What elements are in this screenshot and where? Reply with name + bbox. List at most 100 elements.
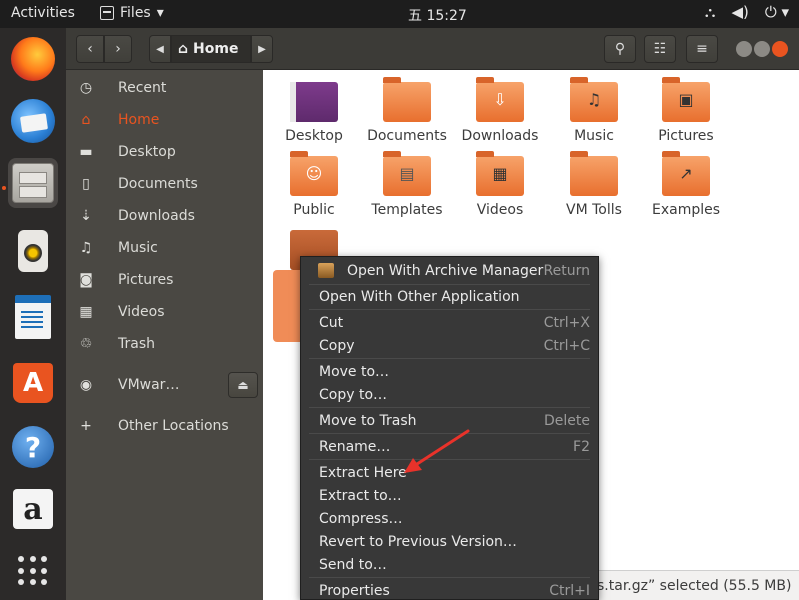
file-item-public[interactable]: ☺ Public <box>269 151 359 218</box>
caret-right-icon: ▶ <box>258 43 266 55</box>
forward-button[interactable]: › <box>104 35 132 63</box>
file-label: Documents <box>367 128 447 144</box>
menu-item-open-with-archive-manager[interactable]: Open With Archive Manager Return <box>301 259 598 282</box>
selection-status: s.tar.gz” selected (55.5 MB) <box>580 570 799 600</box>
menu-item-open-with-other-application[interactable]: Open With Other Application <box>301 285 598 308</box>
menu-item-extract-to[interactable]: Extract to… <box>301 484 598 507</box>
sidebar-item-music[interactable]: ♫ Music <box>66 232 263 264</box>
chevron-left-icon: ‹ <box>87 41 93 57</box>
sidebar-item-desktop[interactable]: ▬ Desktop <box>66 136 263 168</box>
menu-separator <box>309 577 590 578</box>
file-item-pictures[interactable]: ▣ Pictures <box>641 77 731 144</box>
back-button[interactable]: ‹ <box>76 35 104 63</box>
power-icon[interactable]: ⏻ ▾ <box>765 3 789 21</box>
sidebar-item-trash[interactable]: ♲ Trash <box>66 328 263 360</box>
eject-button[interactable]: ⏏ <box>228 372 258 398</box>
file-item-vm-tolls[interactable]: VM Tolls <box>549 151 639 218</box>
file-label: Music <box>574 128 614 144</box>
music-icon: ♫ <box>79 240 93 256</box>
menu-item-copy-to[interactable]: Copy to… <box>301 383 598 406</box>
public-folder-icon: ☺ <box>290 151 338 196</box>
sidebar-item-label: Desktop <box>118 144 176 160</box>
templates-folder-icon: ▤ <box>383 151 431 196</box>
dock-software[interactable]: A <box>8 358 58 408</box>
files-app-icon <box>100 6 114 20</box>
menu-item-compress[interactable]: Compress… <box>301 507 598 530</box>
file-item-documents[interactable]: Documents <box>362 77 452 144</box>
search-button[interactable]: ⚲ <box>604 35 636 63</box>
dock-amazon[interactable]: a <box>8 484 58 534</box>
menu-item-shortcut: Ctrl+C <box>543 337 590 354</box>
sidebar-item-downloads[interactable]: ⇣ Downloads <box>66 200 263 232</box>
dock-thunderbird[interactable] <box>8 96 58 146</box>
maximize-button[interactable] <box>754 41 770 57</box>
pictures-folder-icon: ▣ <box>662 77 710 122</box>
sidebar-item-label: Recent <box>118 80 167 96</box>
sidebar-item-videos[interactable]: ▦ Videos <box>66 296 263 328</box>
sidebar-item-label: Trash <box>118 336 155 352</box>
menu-item-shortcut: Ctrl+I <box>549 582 590 599</box>
file-item-downloads[interactable]: ⇩ Downloads <box>455 77 545 144</box>
activities-button[interactable]: Activities <box>11 5 75 21</box>
examples-folder-icon: ↗ <box>662 151 710 196</box>
view-options-button[interactable]: ☷ <box>644 35 676 63</box>
dock-writer[interactable] <box>8 292 58 342</box>
dock-help[interactable]: ? <box>8 422 58 472</box>
menu-item-properties[interactable]: Properties Ctrl+I <box>301 579 598 600</box>
sidebar-item-documents[interactable]: ▯ Documents <box>66 168 263 200</box>
network-icon[interactable]: ⛬ <box>705 3 716 21</box>
menu-separator <box>309 358 590 359</box>
path-scroll-left[interactable]: ◀ <box>149 35 171 63</box>
download-icon: ⇣ <box>80 208 92 224</box>
sidebar-item-label: Home <box>118 112 160 128</box>
files-icon <box>12 163 54 203</box>
camera-icon: ◙ <box>79 272 93 288</box>
sidebar-item-recent[interactable]: ◷ Recent <box>66 72 263 104</box>
firefox-icon <box>11 37 55 81</box>
running-indicator <box>2 186 6 190</box>
file-item-music[interactable]: ♫ Music <box>549 77 639 144</box>
menu-item-label: Extract to… <box>319 487 402 504</box>
file-label: Pictures <box>658 128 714 144</box>
sidebar-item-home[interactable]: ⌂ Home <box>66 104 263 136</box>
file-item-examples[interactable]: ↗ Examples <box>641 151 731 218</box>
help-icon: ? <box>12 426 54 468</box>
folder-icon: ▬ <box>79 144 93 160</box>
path-scroll-right[interactable]: ▶ <box>251 35 273 63</box>
video-icon: ▦ <box>79 304 93 320</box>
menu-item-revert-to-previous-version[interactable]: Revert to Previous Version… <box>301 530 598 553</box>
sidebar-item-label: Videos <box>118 304 165 320</box>
file-item-videos[interactable]: ▦ Videos <box>455 151 545 218</box>
sidebar-item-label: Downloads <box>118 208 195 224</box>
menu-item-copy[interactable]: Copy Ctrl+C <box>301 334 598 357</box>
file-item-desktop[interactable]: Desktop <box>269 82 359 144</box>
dock-rhythmbox[interactable] <box>8 226 58 276</box>
file-item-templates[interactable]: ▤ Templates <box>362 151 452 218</box>
plus-icon: + <box>80 418 92 434</box>
path-bar-home[interactable]: ⌂ Home <box>171 35 251 63</box>
menu-item-label: Send to… <box>319 556 387 573</box>
thunderbird-icon <box>11 99 55 143</box>
volume-icon[interactable]: ◀) <box>731 3 748 21</box>
file-label: Downloads <box>461 128 539 144</box>
app-menu[interactable]: Files ▾ <box>100 5 164 21</box>
dock-firefox[interactable] <box>8 34 58 84</box>
app-menu-label: Files <box>120 5 151 21</box>
documents-folder-icon <box>383 77 431 122</box>
menu-separator <box>309 407 590 408</box>
clock[interactable]: 五 15:27 <box>408 5 467 25</box>
menu-item-label: Open With Other Application <box>319 288 520 305</box>
close-button[interactable] <box>772 41 788 57</box>
menu-item-cut[interactable]: Cut Ctrl+X <box>301 311 598 334</box>
menu-button[interactable]: ≡ <box>686 35 718 63</box>
menu-item-move-to[interactable]: Move to… <box>301 360 598 383</box>
menu-item-send-to[interactable]: Send to… <box>301 553 598 576</box>
sidebar-item-other-locations[interactable]: + Other Locations <box>66 410 263 442</box>
minimize-button[interactable] <box>736 41 752 57</box>
system-tray[interactable]: ⛬ ◀) ⏻ ▾ <box>705 3 789 21</box>
sidebar-item-pictures[interactable]: ◙ Pictures <box>66 264 263 296</box>
dock-files[interactable] <box>8 158 58 208</box>
dock-show-apps[interactable] <box>8 546 58 596</box>
menu-item-shortcut: Ctrl+X <box>543 314 590 331</box>
path-home-label: Home <box>193 41 239 57</box>
